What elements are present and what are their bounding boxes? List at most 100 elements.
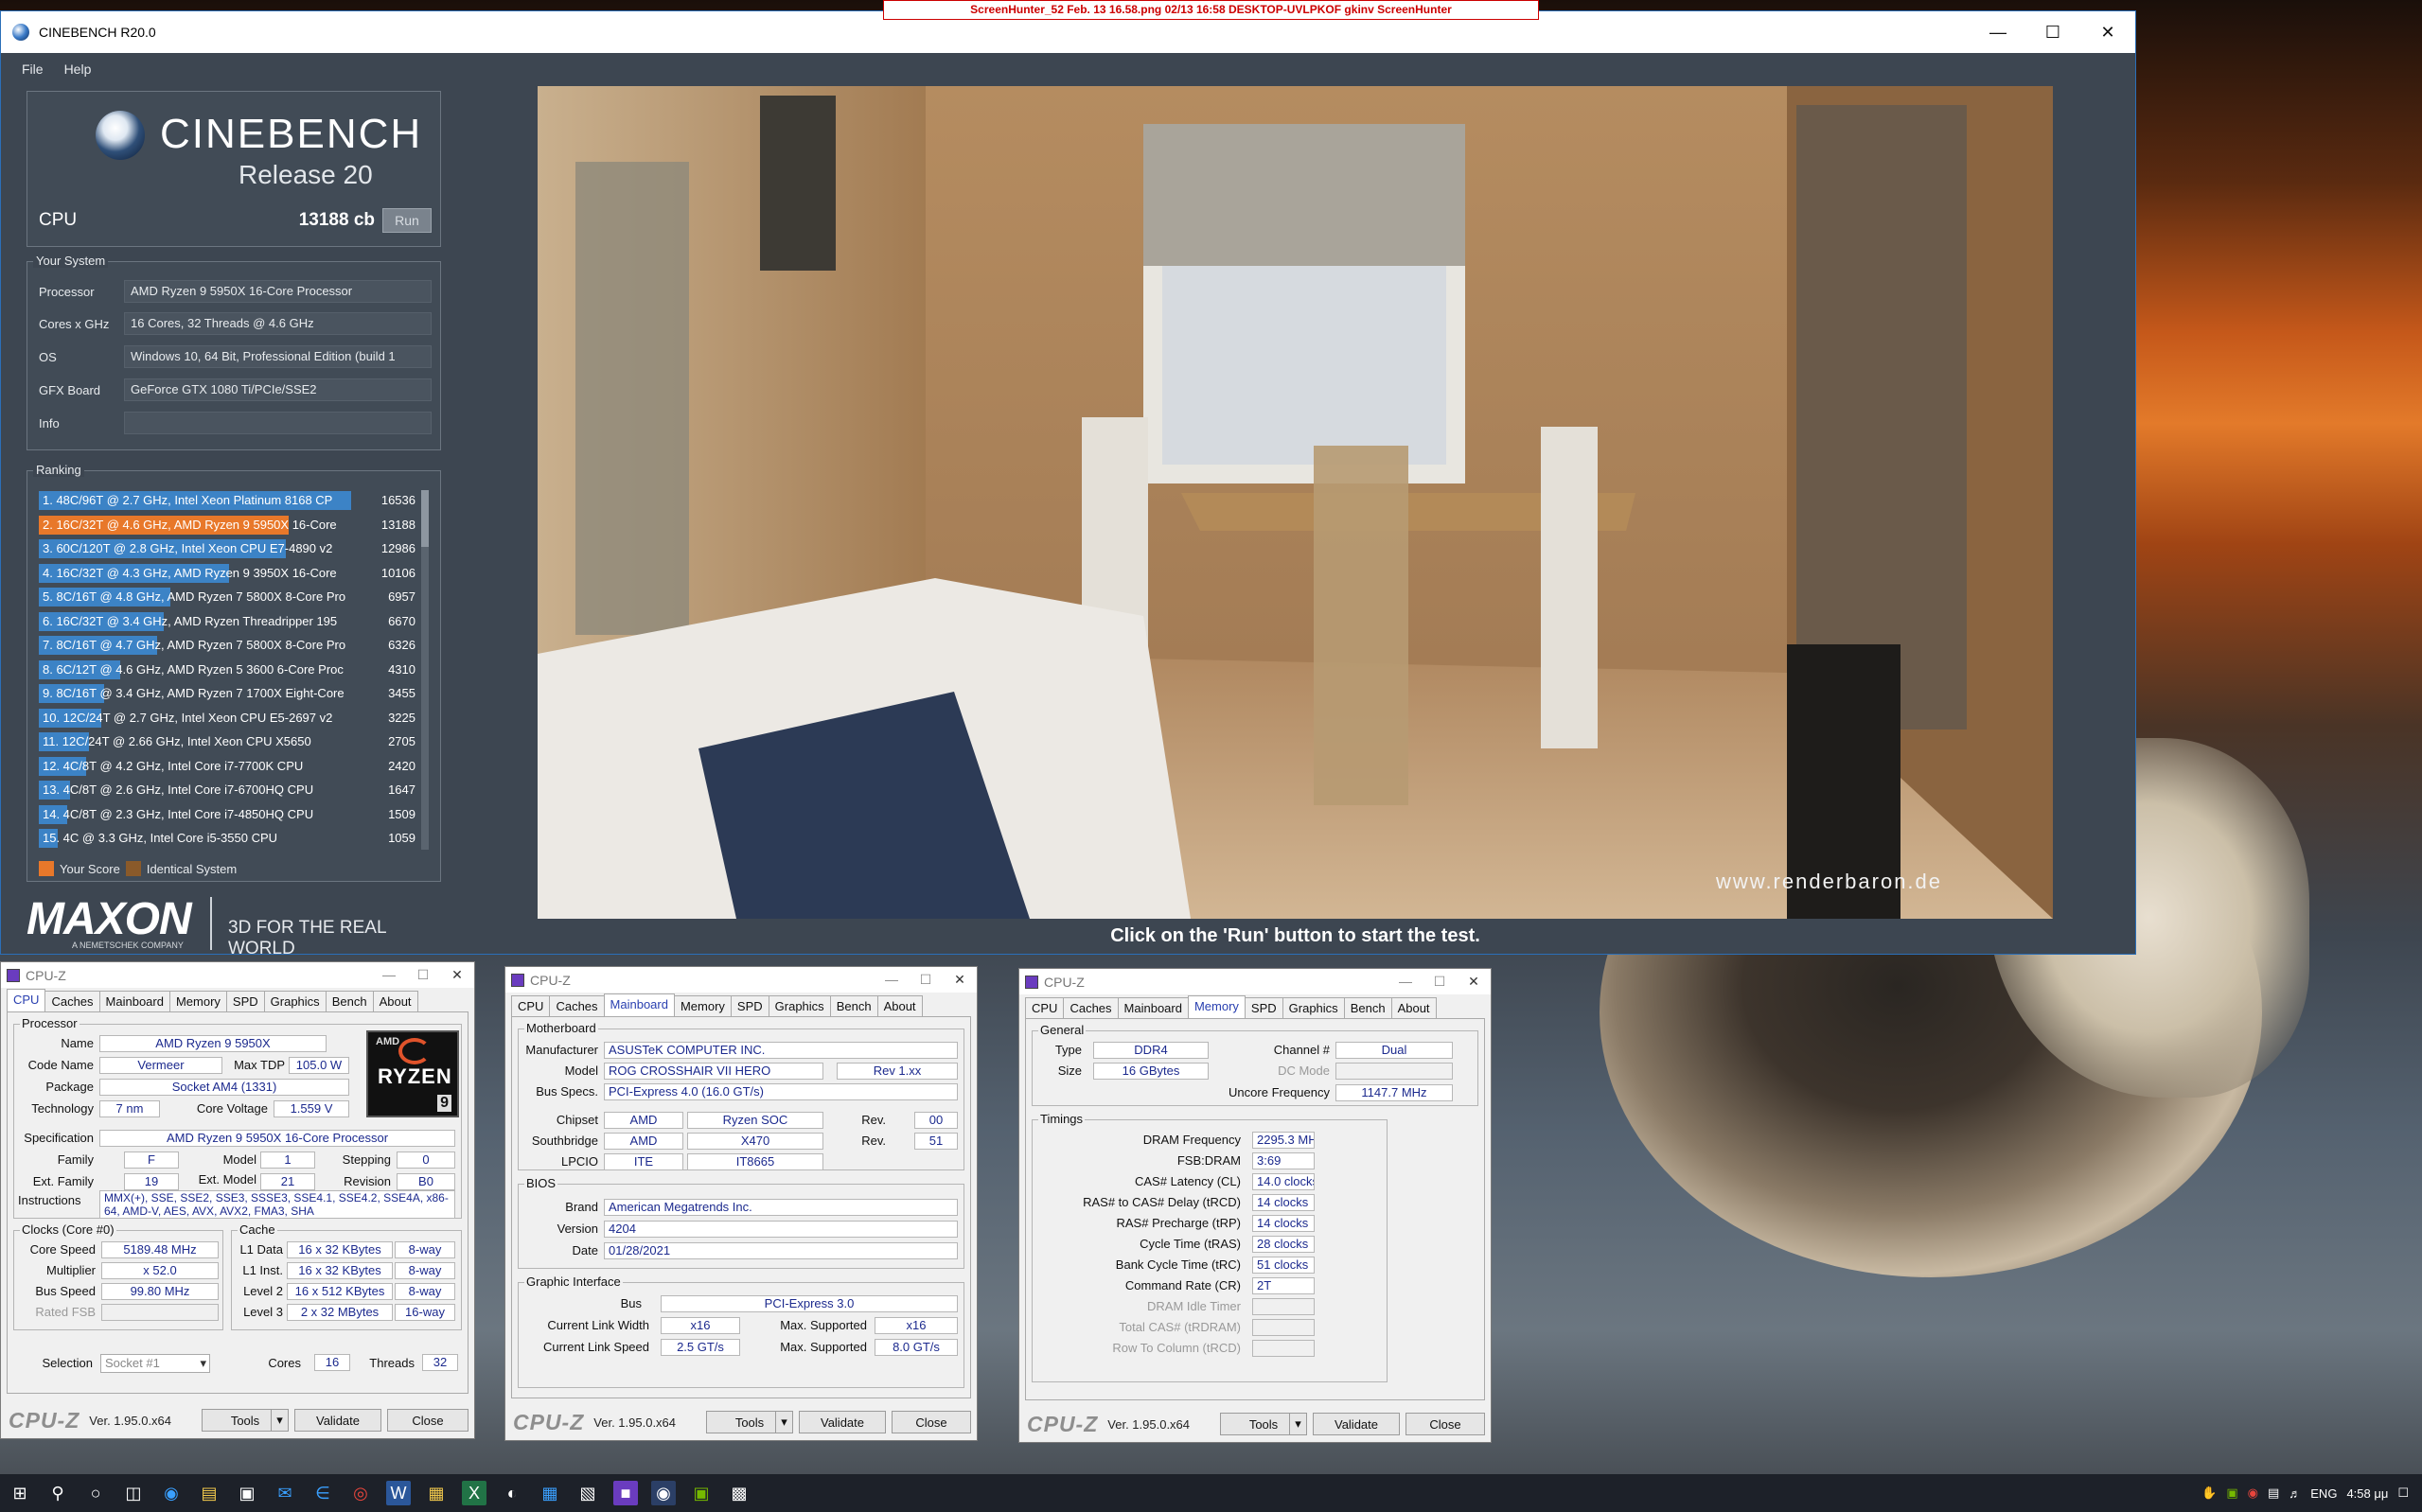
- close-icon[interactable]: ✕: [1457, 969, 1491, 993]
- tray-language[interactable]: ENG: [2310, 1486, 2337, 1501]
- tray-network-icon[interactable]: ▤: [2268, 1486, 2279, 1501]
- tab-bench[interactable]: Bench: [829, 995, 878, 1016]
- ranking-row[interactable]: 13. 4C/8T @ 2.6 GHz, Intel Core i7-6700H…: [39, 780, 417, 800]
- run-button[interactable]: Run: [382, 208, 432, 233]
- notes-icon[interactable]: ▦: [424, 1481, 449, 1505]
- tab-cpu[interactable]: CPU: [1025, 997, 1065, 1018]
- menu-help[interactable]: Help: [64, 62, 92, 77]
- tab-cpu[interactable]: CPU: [7, 989, 46, 1011]
- ranking-row[interactable]: 11. 12C/24T @ 2.66 GHz, Intel Xeon CPU X…: [39, 731, 417, 752]
- validate-button[interactable]: Validate: [799, 1411, 886, 1433]
- tab-caches[interactable]: Caches: [1063, 997, 1119, 1018]
- store-icon[interactable]: ▣: [235, 1481, 259, 1505]
- ranking-row[interactable]: 12. 4C/8T @ 4.2 GHz, Intel Core i7-7700K…: [39, 756, 417, 777]
- tray-hand-icon[interactable]: ✋: [2201, 1486, 2217, 1501]
- close-button[interactable]: Close: [387, 1409, 468, 1432]
- tray-nvidia-icon[interactable]: ▣: [2226, 1486, 2237, 1501]
- close-icon[interactable]: ✕: [2080, 11, 2135, 53]
- ranking-row[interactable]: 2. 16C/32T @ 4.6 GHz, AMD Ryzen 9 5950X …: [39, 515, 417, 536]
- tools-dropdown-icon[interactable]: ▾: [1289, 1414, 1306, 1434]
- tab-spd[interactable]: SPD: [225, 991, 265, 1011]
- tab-memory[interactable]: Memory: [168, 991, 227, 1011]
- maximize-icon[interactable]: ☐: [909, 967, 943, 992]
- cpuz-titlebar[interactable]: CPU-Z — ☐ ✕: [1, 962, 474, 988]
- tools-button[interactable]: Tools ▾: [706, 1411, 793, 1433]
- tray-volume-icon[interactable]: ♬: [2289, 1486, 2301, 1501]
- tab-spd[interactable]: SPD: [730, 995, 769, 1016]
- maximize-icon[interactable]: ☐: [1423, 969, 1457, 993]
- ranking-row[interactable]: 7. 8C/16T @ 4.7 GHz, AMD Ryzen 7 5800X 8…: [39, 635, 417, 656]
- validate-button[interactable]: Validate: [1313, 1413, 1400, 1435]
- cortana-icon[interactable]: ○: [83, 1481, 108, 1505]
- tab-about[interactable]: About: [372, 991, 418, 1011]
- nvidia-icon[interactable]: ▣: [689, 1481, 714, 1505]
- validate-button[interactable]: Validate: [294, 1409, 381, 1432]
- close-button[interactable]: Close: [892, 1411, 971, 1433]
- tab-mainboard[interactable]: Mainboard: [98, 991, 170, 1011]
- tab-caches[interactable]: Caches: [44, 991, 100, 1011]
- notifications-icon[interactable]: ☐: [2397, 1486, 2409, 1501]
- tools-button[interactable]: Tools ▾: [1220, 1413, 1307, 1435]
- chrome-icon[interactable]: ◎: [348, 1481, 373, 1505]
- calendar-icon[interactable]: ▦: [538, 1481, 562, 1505]
- close-button[interactable]: Close: [1405, 1413, 1485, 1435]
- tab-caches[interactable]: Caches: [549, 995, 605, 1016]
- app-icon[interactable]: ◐: [500, 1481, 524, 1505]
- cpuz-titlebar[interactable]: CPU-Z — ☐ ✕: [505, 967, 977, 993]
- ranking-row[interactable]: 9. 8C/16T @ 3.4 GHz, AMD Ryzen 7 1700X E…: [39, 683, 417, 704]
- tab-mainboard[interactable]: Mainboard: [1117, 997, 1189, 1018]
- tab-about[interactable]: About: [876, 995, 923, 1016]
- word-icon[interactable]: W: [386, 1481, 411, 1505]
- file-explorer-icon[interactable]: ▤: [197, 1481, 221, 1505]
- tab-cpu[interactable]: CPU: [511, 995, 551, 1016]
- ranking-row[interactable]: 8. 6C/12T @ 4.6 GHz, AMD Ryzen 5 3600 6-…: [39, 659, 417, 680]
- tools-dropdown-icon[interactable]: ▾: [271, 1410, 288, 1431]
- tab-memory[interactable]: Memory: [673, 995, 732, 1016]
- mail-icon[interactable]: ✉: [273, 1481, 297, 1505]
- ranking-scrollbar[interactable]: [421, 490, 429, 850]
- minimize-icon[interactable]: —: [875, 967, 909, 992]
- ranking-scroll-thumb[interactable]: [421, 490, 429, 547]
- maximize-icon[interactable]: ☐: [2025, 11, 2080, 53]
- ranking-row[interactable]: 10. 12C/24T @ 2.7 GHz, Intel Xeon CPU E5…: [39, 708, 417, 729]
- tab-spd[interactable]: SPD: [1244, 997, 1283, 1018]
- close-icon[interactable]: ✕: [943, 967, 977, 992]
- calculator-icon[interactable]: ▧: [575, 1481, 600, 1505]
- tray-shield-icon[interactable]: ◉: [2248, 1486, 2258, 1501]
- socket-select[interactable]: Socket #1: [100, 1354, 210, 1373]
- task-view-icon[interactable]: ◫: [121, 1481, 146, 1505]
- tab-mainboard[interactable]: Mainboard: [603, 993, 675, 1016]
- maximize-icon[interactable]: ☐: [406, 962, 440, 987]
- excel-icon[interactable]: X: [462, 1481, 486, 1505]
- ranking-row[interactable]: 6. 16C/32T @ 3.4 GHz, AMD Ryzen Threadri…: [39, 611, 417, 632]
- tab-bench[interactable]: Bench: [325, 991, 374, 1011]
- menu-file[interactable]: File: [22, 62, 44, 77]
- minimize-icon[interactable]: —: [1388, 969, 1423, 993]
- ranking-row[interactable]: 1. 48C/96T @ 2.7 GHz, Intel Xeon Platinu…: [39, 490, 417, 511]
- screenhunter-icon[interactable]: ▩: [727, 1481, 751, 1505]
- internet-explorer-icon[interactable]: ∈: [310, 1481, 335, 1505]
- tab-graphics[interactable]: Graphics: [1282, 997, 1345, 1018]
- edge-icon[interactable]: ◉: [159, 1481, 184, 1505]
- ranking-row[interactable]: 3. 60C/120T @ 2.8 GHz, Intel Xeon CPU E7…: [39, 538, 417, 559]
- tools-dropdown-icon[interactable]: ▾: [775, 1412, 792, 1433]
- cinebench-taskbar-icon[interactable]: ◉: [651, 1481, 676, 1505]
- tab-graphics[interactable]: Graphics: [263, 991, 327, 1011]
- tray-clock[interactable]: 4:58 μμ: [2346, 1486, 2388, 1501]
- close-icon[interactable]: ✕: [440, 962, 474, 987]
- cpuz-titlebar[interactable]: CPU-Z — ☐ ✕: [1019, 969, 1491, 994]
- search-icon[interactable]: ⚲: [45, 1481, 70, 1505]
- tab-bench[interactable]: Bench: [1343, 997, 1392, 1018]
- cpuz-taskbar-icon[interactable]: ■: [613, 1481, 638, 1505]
- tools-button[interactable]: Tools ▾: [202, 1409, 289, 1432]
- minimize-icon[interactable]: —: [1971, 11, 2025, 53]
- ranking-row[interactable]: 4. 16C/32T @ 4.3 GHz, AMD Ryzen 9 3950X …: [39, 563, 417, 584]
- info-field[interactable]: [124, 412, 432, 434]
- windows-start-icon[interactable]: ⊞: [8, 1481, 32, 1505]
- tab-memory[interactable]: Memory: [1187, 995, 1246, 1018]
- ranking-row[interactable]: 14. 4C/8T @ 2.3 GHz, Intel Core i7-4850H…: [39, 804, 417, 825]
- tab-graphics[interactable]: Graphics: [768, 995, 831, 1016]
- ranking-row[interactable]: 15. 4C @ 3.3 GHz, Intel Core i5-3550 CPU…: [39, 828, 417, 849]
- ranking-row[interactable]: 5. 8C/16T @ 4.8 GHz, AMD Ryzen 7 5800X 8…: [39, 587, 417, 607]
- minimize-icon[interactable]: —: [372, 962, 406, 987]
